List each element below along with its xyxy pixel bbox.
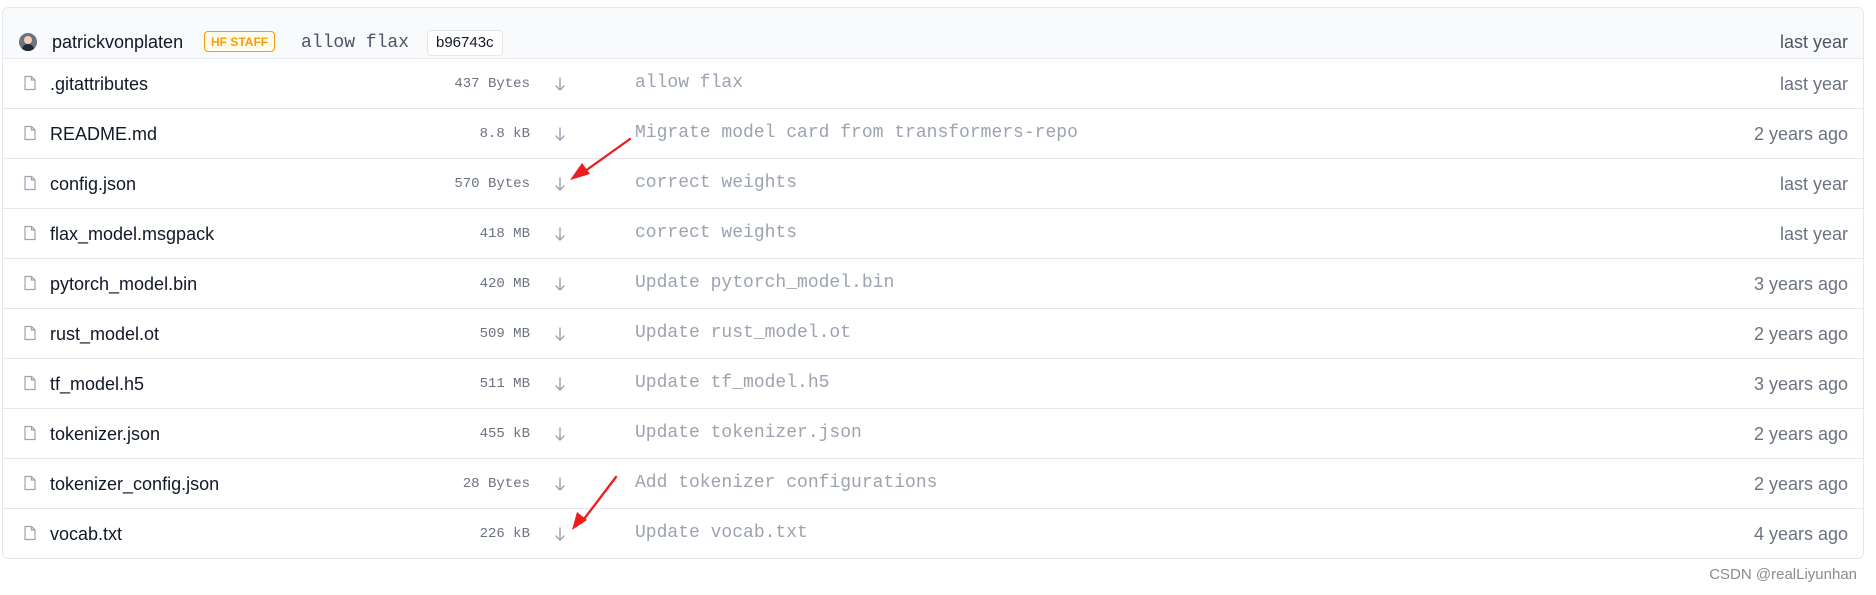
download-arrow-icon[interactable] [551,222,569,246]
file-commit-message[interactable]: correct weights [635,222,797,244]
file-icon [24,375,36,391]
file-name[interactable]: pytorch_model.bin [50,272,197,296]
file-icon [24,275,36,291]
file-commit-message[interactable]: correct weights [635,172,797,194]
file-row[interactable]: .gitattributes 437 Bytes allow flax last… [3,59,1863,109]
file-name[interactable]: .gitattributes [50,72,148,96]
file-list: .gitattributes 437 Bytes allow flax last… [3,59,1863,558]
file-icon [24,125,36,141]
file-commit-message[interactable]: Add tokenizer configurations [635,472,937,494]
latest-commit-message[interactable]: allow flax [301,32,409,54]
file-size: 226 kB [479,526,530,542]
file-size: 420 MB [479,276,530,292]
file-size: 511 MB [479,376,530,392]
user-avatar[interactable] [19,33,37,51]
watermark: CSDN @realLiyunhan [1709,566,1857,583]
file-commit-time: last year [1779,174,1848,194]
file-icon [24,525,36,541]
file-name[interactable]: tokenizer.json [50,422,160,446]
download-arrow-icon[interactable] [551,72,569,96]
commit-hash[interactable]: b96743c [427,30,503,56]
file-size: 570 Bytes [454,176,530,192]
file-row[interactable]: pytorch_model.bin 420 MB Update pytorch_… [3,259,1863,309]
file-name[interactable]: vocab.txt [50,522,122,546]
file-icon [24,75,36,91]
file-row[interactable]: tokenizer_config.json 28 Bytes Add token… [3,459,1863,509]
file-commit-time: 4 years ago [1753,524,1848,544]
file-commit-time: 2 years ago [1753,474,1848,494]
file-icon [24,225,36,241]
file-size: 437 Bytes [454,76,530,92]
file-name[interactable]: tf_model.h5 [50,372,144,396]
latest-commit-time: last year [1779,32,1848,52]
download-arrow-icon[interactable] [551,172,569,196]
file-commit-message[interactable]: Update pytorch_model.bin [635,272,894,294]
download-arrow-icon[interactable] [551,122,569,146]
file-name[interactable]: README.md [50,122,157,146]
download-arrow-icon[interactable] [551,372,569,396]
file-row[interactable]: tokenizer.json 455 kB Update tokenizer.j… [3,409,1863,459]
file-name[interactable]: tokenizer_config.json [50,472,219,496]
download-arrow-icon[interactable] [551,322,569,346]
download-arrow-icon[interactable] [551,422,569,446]
commit-author[interactable]: patrickvonplaten [52,30,183,54]
file-row[interactable]: tf_model.h5 511 MB Update tf_model.h5 3 … [3,359,1863,409]
file-commit-message[interactable]: Update vocab.txt [635,522,808,544]
file-commit-message[interactable]: Update tokenizer.json [635,422,862,444]
file-size: 455 kB [479,426,530,442]
file-commit-time: 3 years ago [1753,374,1848,394]
file-row[interactable]: flax_model.msgpack 418 MB correct weight… [3,209,1863,259]
file-icon [24,175,36,191]
file-name[interactable]: rust_model.ot [50,322,159,346]
file-commit-message[interactable]: allow flax [635,72,743,94]
staff-badge: HF STAFF [204,31,276,52]
file-row[interactable]: rust_model.ot 509 MB Update rust_model.o… [3,309,1863,359]
file-row[interactable]: config.json 570 Bytes correct weights la… [3,159,1863,209]
file-commit-time: 2 years ago [1753,124,1848,144]
file-commit-time: 2 years ago [1753,424,1848,444]
download-arrow-icon[interactable] [551,472,569,496]
latest-commit-header: patrickvonplaten HF STAFF allow flax b96… [3,8,1863,59]
file-commit-time: 2 years ago [1753,324,1848,344]
file-commit-time: last year [1779,224,1848,244]
file-commit-message[interactable]: Update tf_model.h5 [635,372,829,394]
file-name[interactable]: config.json [50,172,136,196]
file-size: 8.8 kB [479,126,530,142]
file-row[interactable]: vocab.txt 226 kB Update vocab.txt 4 year… [3,509,1863,558]
file-commit-time: 3 years ago [1753,274,1848,294]
download-arrow-icon[interactable] [551,522,569,546]
file-icon [24,475,36,491]
file-commit-time: last year [1779,74,1848,94]
file-row[interactable]: README.md 8.8 kB Migrate model card from… [3,109,1863,159]
file-commit-message[interactable]: Update rust_model.ot [635,322,851,344]
file-icon [24,425,36,441]
file-icon [24,325,36,341]
file-commit-message[interactable]: Migrate model card from transformers-rep… [635,122,1078,144]
file-size: 509 MB [479,326,530,342]
repository-file-browser: patrickvonplaten HF STAFF allow flax b96… [2,7,1864,559]
file-size: 28 Bytes [462,476,530,492]
download-arrow-icon[interactable] [551,272,569,296]
file-size: 418 MB [479,226,530,242]
file-name[interactable]: flax_model.msgpack [50,222,214,246]
